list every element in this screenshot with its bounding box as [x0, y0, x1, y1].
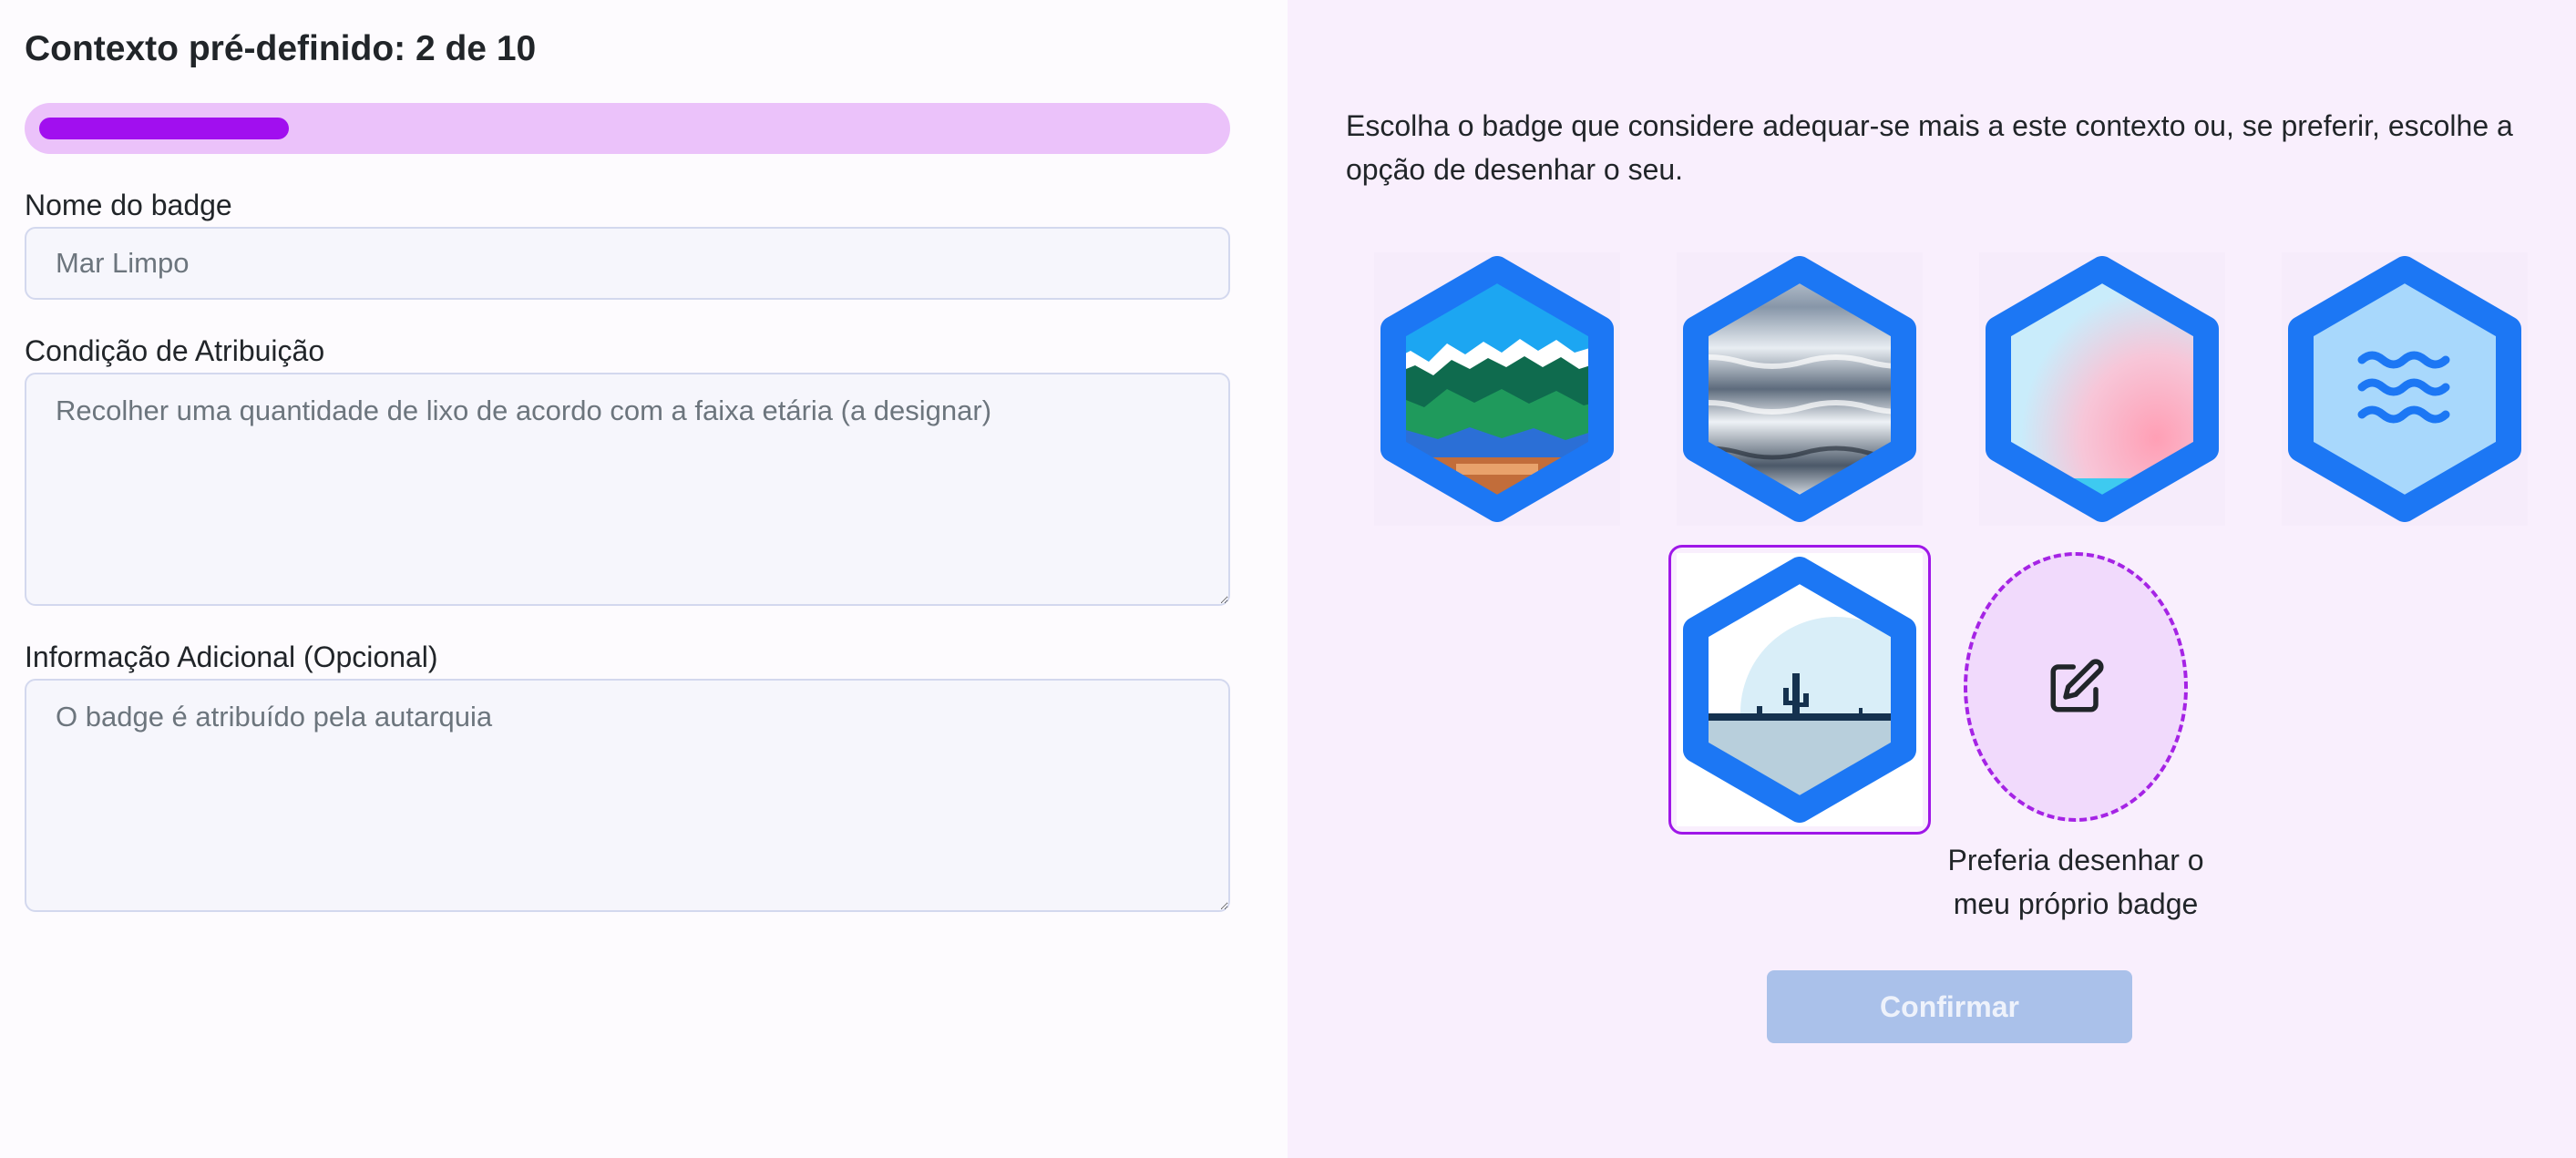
badge-option-waves-icon[interactable]	[2282, 252, 2528, 526]
draw-own-badge-button[interactable]	[1964, 552, 2188, 822]
page-title: Contexto pré-definido: 2 de 10	[25, 29, 537, 68]
confirm-button[interactable]: Confirmar	[1767, 970, 2132, 1043]
pixel-waves-badge-image	[1374, 252, 1620, 526]
badge-option-water-ripples[interactable]	[1677, 252, 1923, 526]
progress-bar	[25, 103, 1230, 154]
cactus-horizon-badge-image	[1677, 553, 1923, 826]
form-panel: Contexto pré-definido: 2 de 10 Nome do b…	[0, 0, 1288, 1158]
progress-bar-fill	[39, 118, 289, 139]
water-ripples-badge-image	[1677, 252, 1923, 526]
waves-icon	[2282, 252, 2528, 526]
badge-option-pink-sun[interactable]	[1979, 252, 2225, 526]
badge-option-cactus-horizon[interactable]	[1668, 545, 1931, 835]
badge-instructions: Escolha o badge que considere adequar-se…	[1346, 109, 2513, 186]
badge-name-label: Nome do badge	[25, 189, 232, 221]
badge-option-pixel-waves[interactable]	[1374, 252, 1620, 526]
pink-sun-badge-image	[1979, 252, 2225, 526]
condition-label: Condição de Atribuição	[25, 334, 325, 367]
additional-info-textarea[interactable]	[25, 679, 1230, 912]
badge-selection-panel: Escolha o badge que considere adequar-se…	[1288, 0, 2576, 1158]
condition-textarea[interactable]	[25, 373, 1230, 606]
badge-creation-page: Contexto pré-definido: 2 de 10 Nome do b…	[0, 0, 2576, 1158]
additional-info-label: Informação Adicional (Opcional)	[25, 640, 438, 673]
badge-name-input[interactable]	[25, 227, 1230, 300]
edit-icon	[2050, 659, 2104, 712]
draw-own-badge-label: Preferia desenhar o meu próprio badge	[1947, 844, 2204, 920]
